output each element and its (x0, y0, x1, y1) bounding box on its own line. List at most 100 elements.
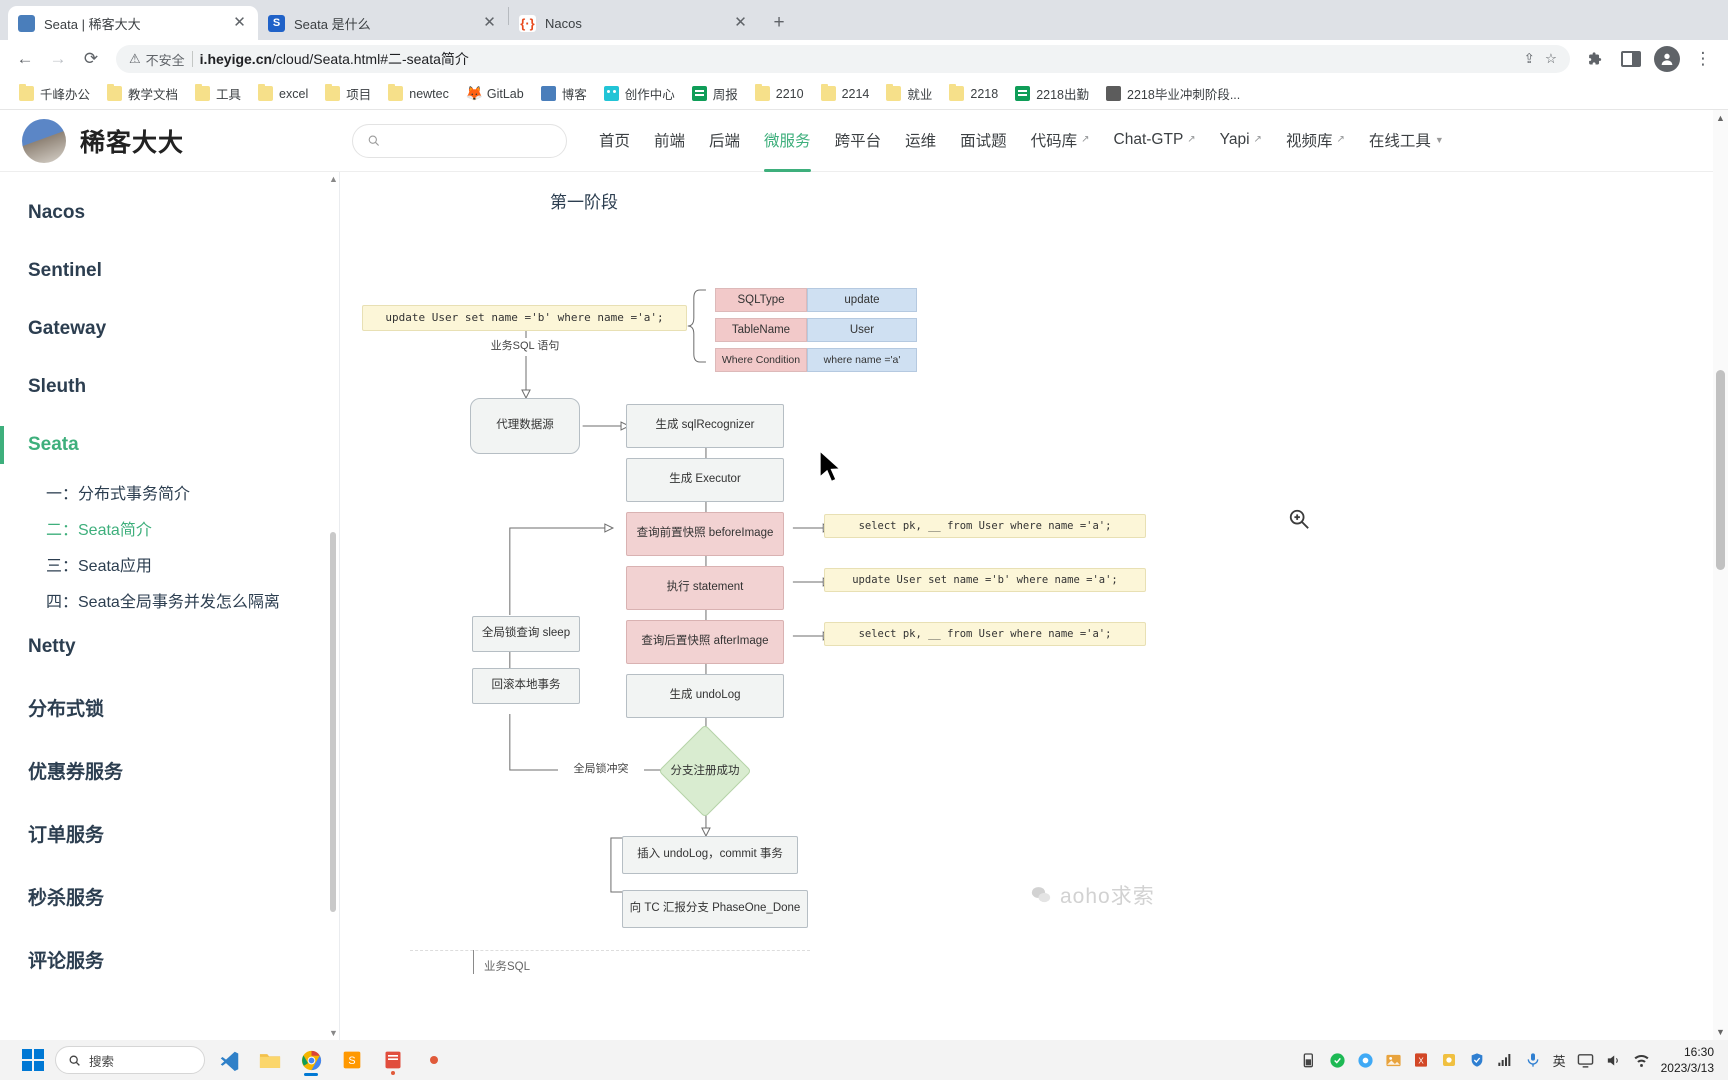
nav-item-onlinetools[interactable]: 在线工具 ▼ (1369, 129, 1444, 153)
nav-item-microservice[interactable]: 微服务 (764, 129, 811, 172)
taskbar-app-sublime[interactable]: S (335, 1044, 369, 1076)
nav-item-chatgtp[interactable]: Chat-GTP ↗ (1114, 131, 1196, 151)
browser-tab-2[interactable]: S Seata 是什么 ✕ (258, 6, 508, 40)
taskbar-search[interactable]: 搜索 (55, 1046, 205, 1074)
sidebar-item-order-service[interactable]: 订单服务 (0, 802, 339, 865)
sidebar-item-comment-service[interactable]: 评论服务 (0, 928, 339, 991)
bookmark-item[interactable]: 就业 (879, 81, 939, 106)
windows-start-icon[interactable] (22, 1049, 44, 1071)
scroll-up-arrow-icon[interactable]: ▲ (328, 174, 339, 184)
nav-item-ops[interactable]: 运维 (905, 129, 936, 153)
sidebar-item-seata[interactable]: Seata (0, 416, 339, 474)
scroll-down-arrow-icon[interactable]: ▼ (328, 1028, 339, 1038)
sidebar-item-seckill-service[interactable]: 秒杀服务 (0, 865, 339, 928)
page-scroll-thumb[interactable] (1716, 370, 1725, 570)
tab-close-icon[interactable]: ✕ (732, 14, 749, 32)
nav-item-yapi[interactable]: Yapi ↗ (1220, 131, 1262, 151)
bookmark-item[interactable]: newtec (381, 83, 456, 104)
bookmark-item[interactable]: 博客 (534, 81, 594, 106)
sidebar-subitem-distributed-tx-intro[interactable]: 一：分布式事务简介 (0, 474, 339, 510)
star-icon[interactable]: ☆ (1545, 51, 1557, 67)
picture-icon[interactable] (1385, 1052, 1402, 1069)
sidebar-subitem-seata-usage[interactable]: 三：Seata应用 (0, 546, 339, 582)
new-tab-button[interactable]: + (765, 9, 793, 37)
monitor-icon[interactable] (1577, 1052, 1594, 1069)
bookmark-item[interactable]: 2210 (748, 83, 811, 104)
page-scroll-up-icon[interactable]: ▲ (1713, 113, 1728, 123)
taskbar-app-chrome[interactable] (294, 1044, 328, 1076)
taskbar-app-vscode[interactable] (212, 1044, 246, 1076)
parse-table-value-wherecondition: where name ='a' (807, 348, 917, 372)
sidebar-scrollbar[interactable]: ▲ ▼ (327, 172, 339, 1040)
sidebar-item-sentinel[interactable]: Sentinel (0, 242, 339, 300)
nav-item-frontend[interactable]: 前端 (654, 129, 685, 153)
shield-icon[interactable] (1469, 1052, 1486, 1069)
browser-tab-1[interactable]: Seata | 稀客大大 ✕ (8, 6, 258, 40)
bookmark-label: 2218 (970, 86, 999, 101)
taskbar-clock[interactable]: 16:30 2023/3/13 (1661, 1044, 1714, 1076)
sidebar-subitem-seata-intro[interactable]: 二：Seata简介 (0, 510, 339, 546)
nav-item-crossplatform[interactable]: 跨平台 (835, 129, 882, 153)
sidebar-item-distributed-lock[interactable]: 分布式锁 (0, 676, 339, 739)
stone-icon (1106, 86, 1122, 101)
battery-icon[interactable] (1301, 1052, 1318, 1069)
onedrive-icon[interactable] (1329, 1052, 1346, 1069)
browser-tab-3[interactable]: {·} Nacos ✕ (509, 6, 759, 40)
tab-close-icon[interactable]: ✕ (481, 14, 498, 32)
bookmark-item[interactable]: 工具 (188, 81, 248, 106)
bookmark-item[interactable]: 项目 (318, 81, 378, 106)
dropbox-icon[interactable] (1357, 1052, 1374, 1069)
bookmark-item[interactable]: 2214 (814, 83, 877, 104)
tab-close-icon[interactable]: ✕ (231, 14, 248, 32)
site-logo[interactable]: 稀客大大 (22, 118, 352, 163)
side-panel-icon[interactable] (1616, 44, 1646, 74)
volume-icon[interactable] (1605, 1052, 1622, 1069)
sidebar-subitem-seata-isolation[interactable]: 四：Seata全局事务并发怎么隔离 (0, 582, 339, 618)
app-icon[interactable] (1441, 1052, 1458, 1069)
back-button[interactable]: ← (10, 44, 40, 74)
bookmark-item[interactable]: 2218毕业冲刺阶段... (1099, 81, 1247, 106)
microphone-icon[interactable] (1525, 1052, 1542, 1069)
share-icon[interactable]: ⇪ (1524, 51, 1535, 67)
tab-favicon-s-icon: S (268, 14, 285, 32)
nav-item-coderepo[interactable]: 代码库 ↗ (1031, 129, 1090, 153)
network-icon[interactable] (1633, 1052, 1650, 1069)
sidebar-item-coupon-service[interactable]: 优惠券服务 (0, 739, 339, 802)
taskbar-app-red[interactable] (376, 1044, 410, 1076)
search-input[interactable] (388, 133, 552, 148)
sidebar-item-nacos[interactable]: Nacos (0, 184, 339, 242)
sidebar-item-gateway[interactable]: Gateway (0, 300, 339, 358)
taskbar-app-dot[interactable] (417, 1044, 451, 1076)
bookmark-item[interactable]: 教学文档 (100, 81, 185, 106)
nav-item-videolib[interactable]: 视频库 ↗ (1286, 129, 1345, 153)
diagram-node-report-tc: 向 TC 汇报分支 PhaseOne_Done (622, 890, 808, 928)
site-search-box[interactable] (352, 123, 567, 158)
nav-item-backend[interactable]: 后端 (709, 129, 740, 153)
bookmark-item[interactable]: 周报 (685, 81, 745, 106)
three-dot-menu-icon[interactable]: ⋮ (1688, 44, 1718, 74)
nav-item-home[interactable]: 首页 (599, 129, 630, 153)
folder-icon (886, 84, 902, 101)
bookmark-item[interactable]: 2218出勤 (1008, 81, 1096, 106)
excel-icon[interactable]: X (1413, 1052, 1430, 1069)
taskbar-app-file-explorer[interactable] (253, 1044, 287, 1076)
profile-avatar-icon[interactable] (1652, 44, 1682, 74)
sidebar-item-sleuth[interactable]: Sleuth (0, 358, 339, 416)
network-signal-icon[interactable] (1497, 1052, 1514, 1069)
extensions-puzzle-icon[interactable] (1580, 44, 1610, 74)
address-bar[interactable]: ⚠ 不安全 i.heyige.cn/cloud/Seata.html#二-sea… (116, 45, 1570, 73)
nav-item-interview[interactable]: 面试题 (960, 129, 1007, 153)
bookmark-item[interactable]: 2218 (942, 83, 1005, 104)
page-scrollbar[interactable]: ▲ ▼ (1713, 110, 1728, 1040)
forward-button[interactable]: → (43, 44, 73, 74)
bookmark-item[interactable]: 千峰办公 (12, 81, 97, 106)
bookmark-item[interactable]: 🦊 GitLab (459, 83, 531, 104)
bookmark-item[interactable]: excel (251, 83, 315, 104)
sidebar-item-netty[interactable]: Netty (0, 618, 339, 676)
reload-button[interactable]: ⟳ (76, 44, 106, 74)
ime-indicator[interactable]: 英 (1553, 1051, 1566, 1070)
page-scroll-down-icon[interactable]: ▼ (1713, 1027, 1728, 1037)
bookmark-item[interactable]: 创作中心 (597, 81, 682, 106)
security-warning[interactable]: ⚠ 不安全 (129, 50, 185, 69)
sidebar-scroll-thumb[interactable] (330, 532, 336, 912)
